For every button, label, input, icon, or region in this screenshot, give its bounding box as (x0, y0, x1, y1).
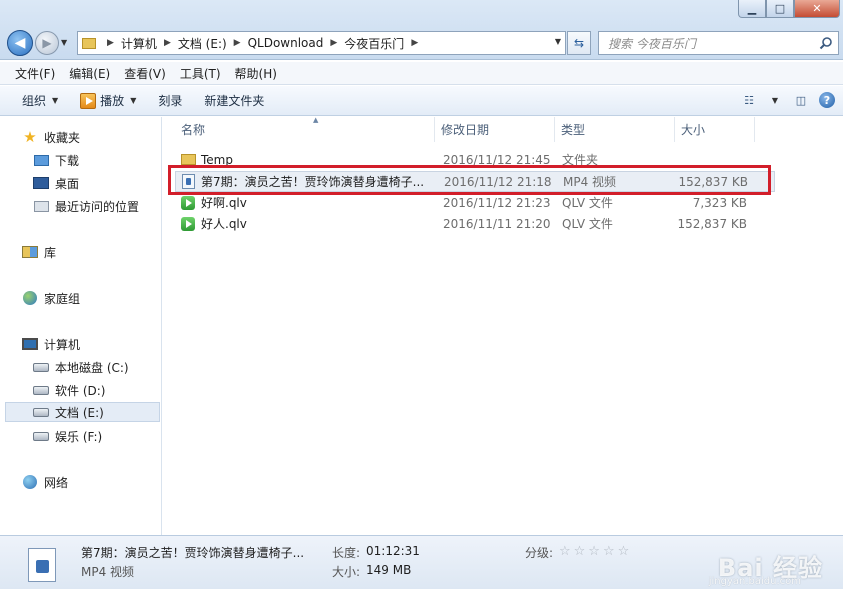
address-bar[interactable]: ▶ 计算机 ▶ 文档 (E:) ▶ QLDownload ▶ 今夜百乐门 ▶ ▼ (77, 31, 566, 55)
window-controls: ▁ □ ✕ (738, 0, 840, 18)
desktop-icon (33, 176, 49, 190)
qlv-file-icon (181, 216, 195, 231)
command-bar: 组织 ▼ 播放 ▼ 刻录 新建文件夹 ☷ ▼ ◫ ? (0, 86, 843, 116)
watermark-url: jingyan.baidu.com (708, 576, 801, 587)
details-pane: 第7期：演员之苦！贾玲饰演替身遭椅子... MP4 视频 长度: 01:12:3… (0, 535, 843, 589)
column-header-date[interactable]: 修改日期 (435, 117, 555, 142)
dropdown-arrow-icon: ▼ (52, 96, 59, 105)
folder-icon (181, 154, 196, 165)
refresh-icon[interactable]: ⇆ (567, 31, 591, 55)
details-size-value: 149 MB (366, 563, 412, 577)
view-details-icon[interactable]: ☷ (741, 93, 757, 107)
homegroup-icon (22, 291, 38, 305)
new-folder-button[interactable]: 新建文件夹 (196, 89, 272, 112)
column-header-size[interactable]: 大小 (675, 117, 755, 142)
burn-button[interactable]: 刻录 (150, 89, 190, 112)
file-list: 名称 ▲ 修改日期 类型 大小 Temp 2016/11/12 21:45 文件… (163, 116, 843, 535)
menu-file[interactable]: 文件(F) (8, 63, 62, 84)
library-icon (22, 245, 38, 259)
drive-icon (33, 429, 49, 443)
column-header-type[interactable]: 类型 (555, 117, 675, 142)
view-controls: ☷ ▼ ◫ ? (741, 92, 835, 108)
sidebar-item-drive-c[interactable]: 本地磁盘 (C:) (33, 357, 160, 377)
sidebar-item-drive-e[interactable]: 文档 (E:) (5, 402, 160, 422)
video-file-icon (28, 548, 56, 582)
sidebar-item-drive-f[interactable]: 娱乐 (F:) (33, 426, 160, 446)
search-icon[interactable] (819, 36, 833, 50)
downloads-folder-icon (33, 153, 49, 167)
navigation-pane: ★ 收藏夹 下载 桌面 最近访问的位置 库 家庭组 计算机 本地磁盘 (C:) 软… (0, 117, 162, 535)
rating-stars[interactable]: ☆☆☆☆☆ (559, 544, 632, 559)
details-file-name: 第7期：演员之苦！贾玲饰演替身遭椅子... (81, 546, 305, 560)
details-file-type: MP4 视频 (81, 565, 135, 579)
star-icon: ★ (23, 128, 37, 146)
minimize-button[interactable]: ▁ (738, 0, 766, 18)
qlv-file-icon (181, 195, 195, 210)
system-drive-icon (33, 360, 49, 374)
chevron-right-icon[interactable]: ▶ (164, 38, 171, 48)
menu-edit[interactable]: 编辑(E) (62, 63, 117, 84)
drive-icon (33, 405, 49, 419)
drive-icon (33, 383, 49, 397)
file-row-mp4[interactable]: 第7期：演员之苦！贾玲饰演替身遭椅子... 2016/11/12 21:18 M… (175, 171, 775, 192)
chevron-right-icon[interactable]: ▶ (411, 38, 418, 48)
sidebar-item-computer[interactable]: 计算机 (22, 334, 182, 354)
sidebar-item-homegroup[interactable]: 家庭组 (22, 288, 182, 308)
details-size-label: 大小: (332, 565, 361, 579)
chevron-right-icon[interactable]: ▶ (234, 38, 241, 48)
organize-button[interactable]: 组织 ▼ (14, 89, 66, 112)
dropdown-arrow-icon: ▼ (130, 96, 137, 105)
mp4-file-icon (182, 174, 195, 189)
folder-icon (82, 37, 96, 49)
preview-pane-icon[interactable]: ◫ (793, 93, 809, 107)
menu-help[interactable]: 帮助(H) (228, 63, 284, 84)
file-row-temp[interactable]: Temp 2016/11/12 21:45 文件夹 (175, 149, 775, 170)
play-button[interactable]: 播放 ▼ (72, 89, 144, 112)
play-icon (80, 92, 97, 109)
recent-places-icon (33, 199, 49, 213)
details-length-value: 01:12:31 (366, 544, 420, 558)
menu-tools[interactable]: 工具(T) (173, 63, 228, 84)
search-input[interactable]: 搜索 今夜百乐门 (598, 31, 839, 55)
details-rating-label: 分级: (525, 546, 554, 560)
help-icon[interactable]: ? (819, 92, 835, 108)
breadcrumb-current-folder[interactable]: 今夜百乐门 ▶ (344, 35, 425, 52)
breadcrumb-computer[interactable]: 计算机 ▶ (121, 35, 178, 52)
address-dropdown-icon[interactable]: ▼ (555, 37, 561, 46)
sidebar-item-network[interactable]: 网络 (22, 472, 182, 492)
breadcrumb-qldownload[interactable]: QLDownload ▶ (248, 36, 345, 50)
column-header-name[interactable]: 名称 ▲ (175, 116, 435, 142)
sidebar-item-libraries[interactable]: 库 (22, 242, 182, 262)
computer-icon (22, 337, 38, 351)
breadcrumb-drive-e[interactable]: 文档 (E:) ▶ (178, 35, 248, 52)
back-arrow-icon[interactable]: ◀ (7, 30, 33, 56)
network-icon (22, 475, 38, 489)
menu-view[interactable]: 查看(V) (117, 63, 173, 84)
history-dropdown-icon[interactable]: ▼ (61, 38, 67, 47)
title-bar: ▁ □ ✕ ◀ ▶ ▼ ▶ 计算机 ▶ 文档 (E:) ▶ QLDownload ▶ … (0, 0, 843, 60)
sidebar-item-favorites[interactable]: ★ 收藏夹 (22, 127, 182, 147)
forward-arrow-icon[interactable]: ▶ (35, 31, 59, 55)
maximize-button[interactable]: □ (766, 0, 794, 18)
sidebar-item-drive-d[interactable]: 软件 (D:) (33, 380, 160, 400)
chevron-right-icon[interactable]: ▶ (107, 38, 114, 48)
file-row-qlv-1[interactable]: 好啊.qlv 2016/11/12 21:23 QLV 文件 7,323 KB (175, 192, 775, 213)
chevron-right-icon[interactable]: ▶ (330, 38, 337, 48)
details-length-label: 长度: (332, 546, 361, 560)
view-dropdown-icon[interactable]: ▼ (767, 93, 783, 107)
sort-ascending-icon: ▲ (313, 116, 319, 124)
menu-bar: 文件(F) 编辑(E) 查看(V) 工具(T) 帮助(H) (0, 62, 843, 85)
file-row-qlv-2[interactable]: 好人.qlv 2016/11/11 21:20 QLV 文件 152,837 K… (175, 213, 775, 234)
close-button[interactable]: ✕ (794, 0, 840, 18)
